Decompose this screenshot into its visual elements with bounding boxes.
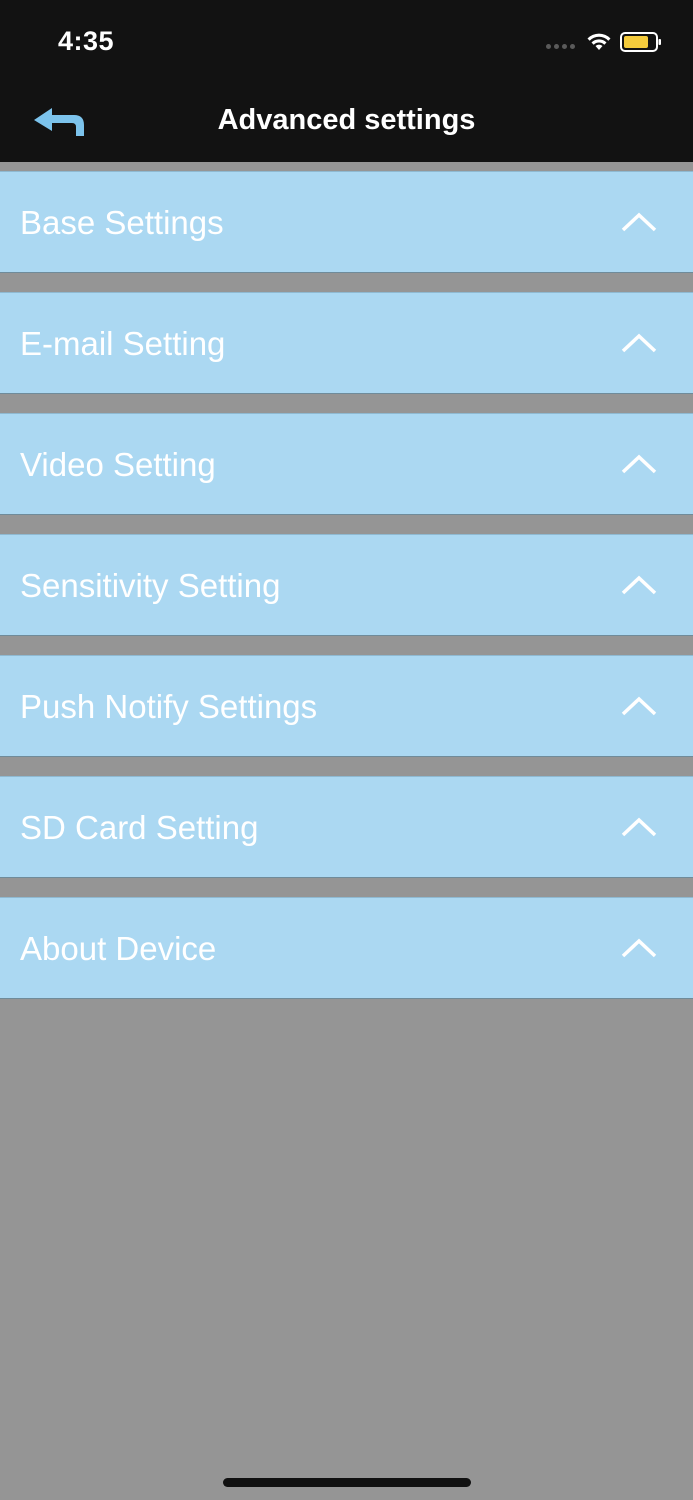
section-video-setting[interactable]: Video Setting xyxy=(0,413,693,515)
status-time: 4:35 xyxy=(58,26,115,56)
chevron-up-icon xyxy=(621,696,657,716)
section-base-settings[interactable]: Base Settings xyxy=(0,171,693,273)
home-indicator[interactable] xyxy=(223,1478,471,1487)
wifi-icon xyxy=(587,33,611,50)
status-bar: 4:35 xyxy=(0,0,693,84)
section-push-notify-settings[interactable]: Push Notify Settings xyxy=(0,655,693,757)
chevron-up-icon xyxy=(621,333,657,353)
chevron-up-icon xyxy=(621,575,657,595)
section-label: Video Setting xyxy=(20,446,216,483)
section-sensitivity-setting[interactable]: Sensitivity Setting xyxy=(0,534,693,636)
section-label: E-mail Setting xyxy=(20,325,226,362)
chevron-up-icon xyxy=(621,817,657,837)
chevron-up-icon xyxy=(621,938,657,958)
section-about-device[interactable]: About Device xyxy=(0,897,693,999)
navigation-bar: Advanced settings xyxy=(0,84,693,162)
section-label: Push Notify Settings xyxy=(20,688,318,725)
battery-icon xyxy=(620,32,661,52)
chevron-up-icon xyxy=(621,212,657,232)
section-label: Sensitivity Setting xyxy=(20,567,281,604)
section-sd-card-setting[interactable]: SD Card Setting xyxy=(0,776,693,878)
cellular-signal-icon xyxy=(546,44,578,50)
section-email-setting[interactable]: E-mail Setting xyxy=(0,292,693,394)
section-label: Base Settings xyxy=(20,204,224,241)
section-label: About Device xyxy=(20,930,217,967)
chevron-up-icon xyxy=(621,454,657,474)
section-label: SD Card Setting xyxy=(20,809,259,846)
page-title: Advanced settings xyxy=(217,104,476,136)
